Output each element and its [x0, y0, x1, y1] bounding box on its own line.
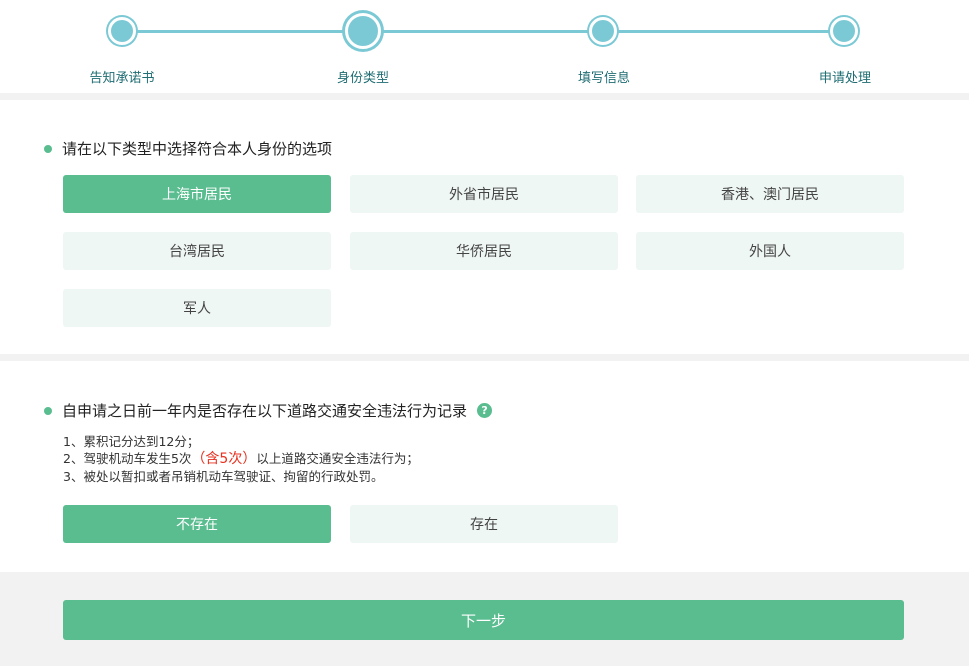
step-4-dot [830, 17, 858, 45]
rule-2: 2、驾驶机动车发生5次（含5次）以上道路交通安全违法行为； [63, 450, 419, 468]
identity-option-taiwan[interactable]: 台湾居民 [63, 232, 331, 270]
violation-rules: 1、累积记分达到12分； 2、驾驶机动车发生5次（含5次）以上道路交通安全违法行… [63, 433, 419, 485]
identity-section: 请在以下类型中选择符合本人身份的选项 上海市居民 外省市居民 香港、澳门居民 台… [0, 100, 969, 354]
step-3-label: 填写信息 [577, 71, 630, 86]
violation-title-text: 自申请之日前一年内是否存在以下道路交通安全违法行为记录 [62, 402, 468, 420]
next-step-button[interactable]: 下一步 [63, 600, 904, 640]
identity-option-overseas-chinese[interactable]: 华侨居民 [350, 232, 618, 270]
identity-option-shanghai[interactable]: 上海市居民 [63, 175, 331, 213]
identity-option-military[interactable]: 军人 [63, 289, 331, 327]
step-2-label: 身份类型 [336, 71, 389, 86]
rule-3: 3、被处以暂扣或者吊销机动车驾驶证、拘留的行政处罚。 [63, 469, 384, 484]
rule-2-text: 2、驾驶机动车发生5次 [63, 451, 192, 466]
identity-option-hk-macau[interactable]: 香港、澳门居民 [636, 175, 904, 213]
step-4-label: 申请处理 [818, 71, 871, 86]
identity-title: 请在以下类型中选择符合本人身份的选项 [44, 138, 332, 159]
identity-option-foreigner[interactable]: 外国人 [636, 232, 904, 270]
rule-2-highlight: （含5次） [191, 451, 257, 467]
step-3-dot [589, 17, 617, 45]
progress-stepper: 告知承诺书 身份类型 填写信息 申请处理 [0, 0, 969, 93]
violation-section: 自申请之日前一年内是否存在以下道路交通安全违法行为记录 ? 1、累积记分达到12… [0, 361, 969, 572]
violation-option-yes[interactable]: 存在 [350, 505, 618, 543]
rule-1: 1、累积记分达到12分； [63, 434, 200, 449]
violation-option-no[interactable]: 不存在 [63, 505, 331, 543]
identity-option-other-province[interactable]: 外省市居民 [350, 175, 618, 213]
bullet-icon [44, 144, 52, 153]
help-icon[interactable]: ? [477, 403, 493, 418]
violation-title: 自申请之日前一年内是否存在以下道路交通安全违法行为记录 ? [44, 400, 493, 421]
identity-title-text: 请在以下类型中选择符合本人身份的选项 [62, 140, 333, 158]
bullet-icon [44, 406, 52, 415]
rule-2-text-end: 以上道路交通安全违法行为； [256, 451, 419, 466]
stepper-line [122, 30, 844, 33]
step-1-dot [108, 17, 136, 45]
step-1-label: 告知承诺书 [89, 71, 155, 86]
step-2-dot [345, 13, 381, 49]
